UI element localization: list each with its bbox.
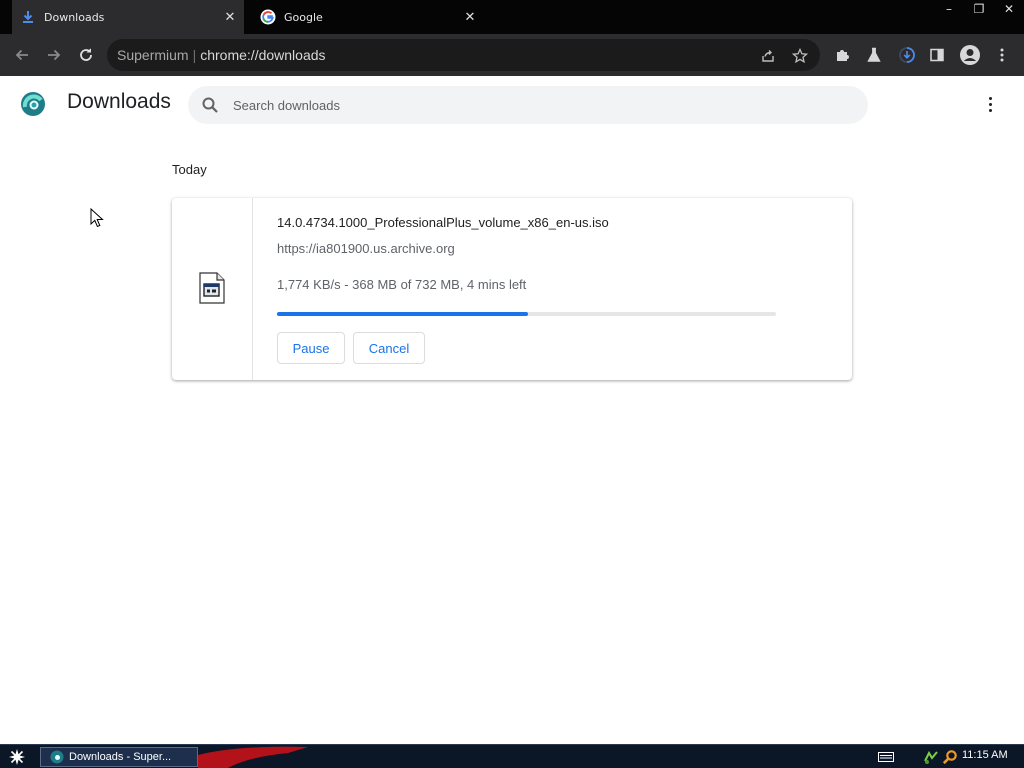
tab-downloads[interactable]: Downloads ✕ (12, 0, 244, 34)
extensions-icon[interactable] (832, 45, 852, 65)
download-icon (20, 9, 36, 25)
tab-title: Downloads (44, 10, 105, 24)
downloads-header: Downloads (0, 76, 1024, 132)
omnibox-text: Supermium | chrome://downloads (117, 47, 326, 63)
window-controls: – ❐ ✕ (934, 0, 1024, 18)
progress-bar-fill (277, 312, 528, 316)
search-input[interactable] (233, 95, 833, 115)
taskbar-window-label: Downloads - Super... (69, 751, 172, 763)
file-icon-column (172, 198, 253, 380)
minimize-icon[interactable]: – (934, 0, 964, 18)
more-actions-icon[interactable] (978, 92, 1002, 116)
source-url[interactable]: https://ia801900.us.archive.org (277, 241, 455, 256)
restore-icon[interactable]: ❐ (964, 0, 994, 18)
forward-icon[interactable] (42, 43, 66, 67)
download-progress-icon[interactable] (897, 45, 917, 65)
flask-icon[interactable] (864, 45, 884, 65)
progress-status: 1,774 KB/s - 368 MB of 732 MB, 4 mins le… (277, 277, 527, 292)
supermium-app-icon (50, 750, 64, 764)
tab-strip: Downloads ✕ Google ✕ – ❐ ✕ (0, 0, 1024, 34)
supermium-logo-icon (20, 91, 46, 117)
start-star-icon[interactable] (5, 747, 29, 767)
file-name[interactable]: 14.0.4734.1000_ProfessionalPlus_volume_x… (277, 215, 609, 230)
close-window-icon[interactable]: ✕ (994, 0, 1024, 18)
taskbar-window-downloads[interactable]: Downloads - Super... (40, 747, 198, 767)
browser-menu-icon[interactable] (992, 45, 1012, 65)
browser-name-chip: Supermium (117, 47, 189, 63)
download-item: 14.0.4734.1000_ProfessionalPlus_volume_x… (172, 198, 852, 380)
google-g-icon (260, 9, 276, 25)
bookmark-star-icon[interactable] (791, 47, 809, 65)
search-icon (201, 96, 219, 114)
profile-avatar-icon[interactable] (958, 43, 982, 67)
keyboard-icon[interactable] (876, 748, 896, 766)
progress-bar (277, 312, 776, 316)
mouse-cursor-icon (90, 207, 104, 228)
tab-google[interactable]: Google ✕ (252, 0, 484, 34)
downloads-page: Downloads Today 14.0.4734.1000_Pr (0, 76, 1024, 744)
address-bar[interactable]: Supermium | chrome://downloads (107, 39, 820, 71)
close-tab-icon[interactable]: ✕ (460, 10, 480, 25)
share-icon[interactable] (759, 47, 777, 65)
reload-icon[interactable] (74, 43, 98, 67)
network-icon[interactable] (922, 748, 940, 766)
search-bar[interactable] (188, 86, 868, 124)
taskbar: Downloads - Super... 11:15 AM (0, 744, 1024, 768)
wallpaper-red-streak (198, 746, 308, 768)
page-title: Downloads (67, 90, 171, 113)
date-header: Today (172, 162, 207, 177)
iso-file-icon[interactable] (199, 272, 225, 304)
search-tray-icon[interactable] (941, 748, 959, 766)
cancel-button[interactable]: Cancel (353, 332, 425, 364)
side-panel-icon[interactable] (927, 45, 947, 65)
back-icon[interactable] (10, 43, 34, 67)
close-tab-icon[interactable]: ✕ (220, 10, 240, 25)
browser-toolbar: Supermium | chrome://downloads (0, 34, 1024, 76)
tab-title: Google (284, 10, 323, 24)
clock: 11:15 AM (962, 749, 1008, 761)
pause-button[interactable]: Pause (277, 332, 345, 364)
url-text: chrome://downloads (200, 47, 326, 63)
